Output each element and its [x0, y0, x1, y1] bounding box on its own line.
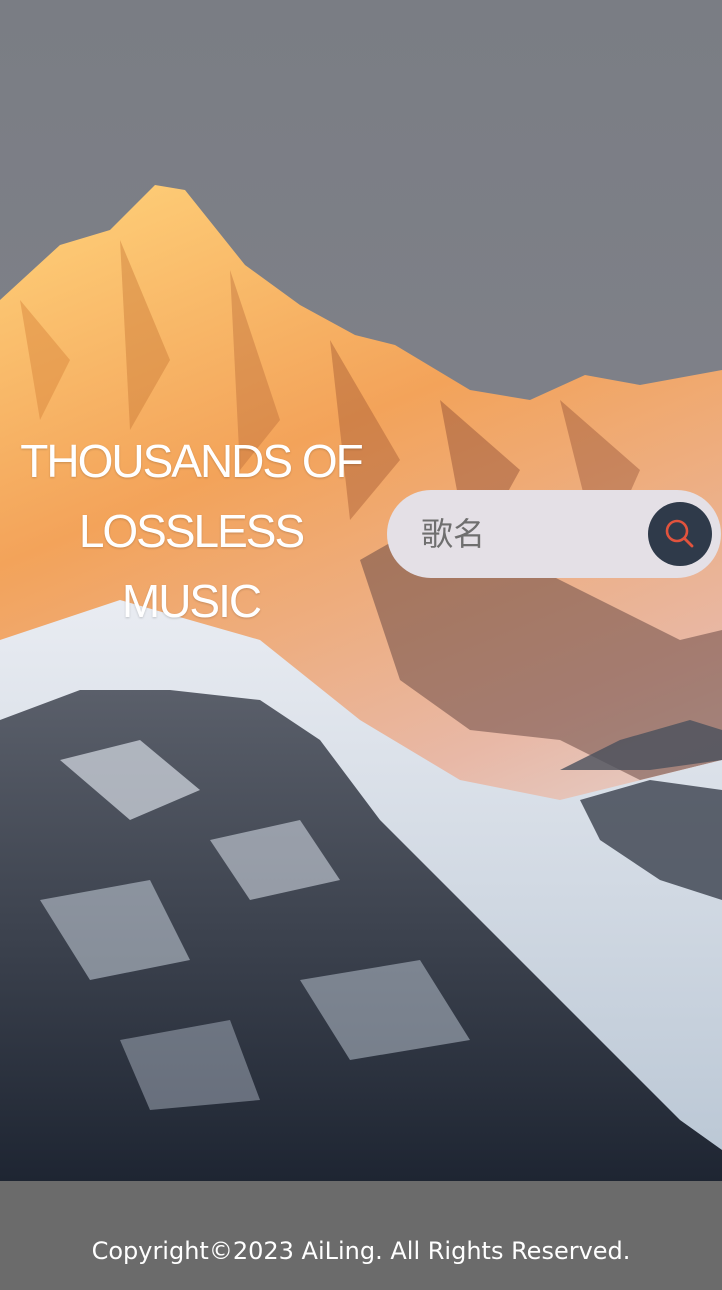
search-bar: [387, 490, 721, 578]
hero-tagline: THOUSANDS OF LOSSLESS MUSIC: [8, 426, 374, 636]
search-button[interactable]: [648, 502, 712, 566]
tagline-line-3: MUSIC: [121, 575, 262, 627]
hero-banner: THOUSANDS OF LOSSLESS MUSIC: [0, 0, 722, 1181]
tagline-line-1: THOUSANDS OF: [20, 435, 363, 487]
tagline-line-2: LOSSLESS: [78, 505, 305, 557]
search-icon: [665, 519, 694, 548]
footer: Copyright©2023 AiLing. All Rights Reserv…: [0, 1181, 722, 1290]
copyright-text: Copyright©2023 AiLing. All Rights Reserv…: [91, 1236, 631, 1265]
